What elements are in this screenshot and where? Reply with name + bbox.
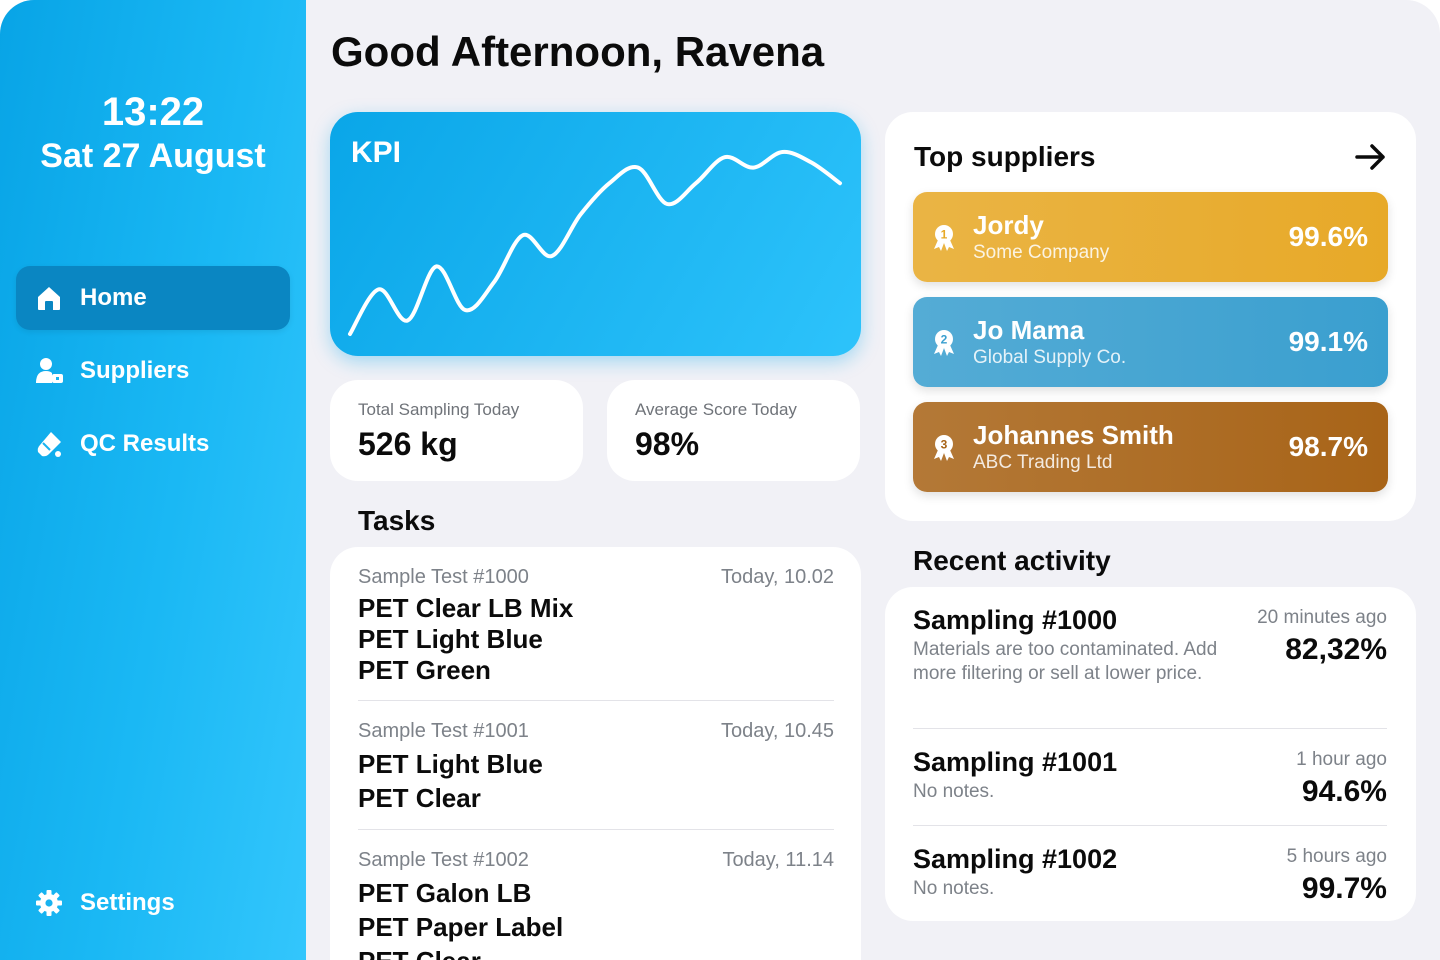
tasks-card: Sample Test #1000 Today, 10.02 PET Clear… bbox=[330, 547, 861, 960]
task-material: PET Galon LB bbox=[358, 878, 532, 908]
supplier-name: Johannes Smith bbox=[973, 420, 1174, 450]
sidebar-item-suppliers[interactable]: Suppliers bbox=[16, 339, 290, 403]
supplier-card[interactable]: 3 Johannes Smith ABC Trading Ltd 98.7% bbox=[913, 402, 1388, 492]
supplier-score: 98.7% bbox=[1288, 431, 1368, 462]
task-material: PET Clear bbox=[358, 783, 481, 813]
task-material: PET Light Blue bbox=[358, 749, 543, 779]
sidebar-item-settings[interactable]: Settings bbox=[16, 871, 290, 935]
kpi-card[interactable]: KPI bbox=[330, 112, 861, 356]
arrow-right-icon[interactable] bbox=[1354, 142, 1388, 172]
activity-item[interactable]: Sampling #1000 Materials are too contami… bbox=[913, 605, 1387, 686]
page-title: Good Afternoon, Ravena bbox=[331, 28, 825, 75]
activity-note: No notes. bbox=[913, 781, 995, 802]
supplier-name: Jo Mama bbox=[973, 315, 1085, 345]
stat-value: 98% bbox=[635, 426, 700, 462]
tasks-heading: Tasks bbox=[358, 505, 436, 536]
activity-item[interactable]: Sampling #1002 No notes. 5 hours ago 99.… bbox=[913, 844, 1387, 905]
task-material: PET Clear LB Mix bbox=[358, 593, 574, 623]
activity-time: 20 minutes ago bbox=[1257, 607, 1387, 628]
sidebar-item-label: Home bbox=[80, 284, 147, 311]
activity-item[interactable]: Sampling #1001 No notes. 1 hour ago 94.6… bbox=[913, 747, 1387, 808]
task-time: Today, 11.14 bbox=[722, 849, 834, 871]
activity-score: 94.6% bbox=[1301, 775, 1387, 808]
divider bbox=[358, 829, 834, 830]
task-item[interactable]: Sample Test #1001 Today, 10.45 PET Light… bbox=[358, 720, 834, 815]
divider bbox=[358, 700, 834, 701]
supplier-company: ABC Trading Ltd bbox=[973, 452, 1113, 473]
activity-time: 1 hour ago bbox=[1296, 749, 1387, 770]
medal-icon: 3 bbox=[929, 432, 959, 462]
activity-score: 82,32% bbox=[1285, 633, 1387, 666]
sidebar-item-label: QC Results bbox=[80, 430, 210, 457]
suppliers-icon bbox=[34, 356, 64, 386]
medal-rank: 2 bbox=[941, 333, 948, 347]
recent-activity-heading: Recent activity bbox=[913, 545, 1111, 576]
kpi-trend-chart bbox=[348, 149, 842, 336]
qc-results-icon bbox=[34, 429, 64, 459]
medal-rank: 1 bbox=[941, 228, 948, 242]
sidebar: 13:22 Sat 27 August Home Suppliers QC Re… bbox=[0, 0, 306, 960]
task-time: Today, 10.45 bbox=[720, 720, 834, 742]
stat-label: Average Score Today bbox=[635, 400, 797, 419]
supplier-score: 99.6% bbox=[1288, 221, 1368, 252]
total-sampling-card: Total Sampling Today 526 kg bbox=[330, 380, 583, 481]
activity-time: 5 hours ago bbox=[1286, 846, 1387, 867]
supplier-company: Global Supply Co. bbox=[973, 347, 1127, 368]
sidebar-item-qc-results[interactable]: QC Results bbox=[16, 412, 290, 476]
activity-score: 99.7% bbox=[1301, 872, 1387, 905]
task-material: PET Green bbox=[358, 655, 491, 685]
kpi-title: KPI bbox=[351, 136, 402, 169]
clock-time: 13:22 bbox=[101, 90, 205, 134]
divider bbox=[913, 728, 1387, 729]
supplier-company: Some Company bbox=[973, 242, 1110, 263]
top-suppliers-card: Top suppliers 1 Jordy Some Company 99.6%… bbox=[885, 112, 1416, 521]
kpi-trend-line bbox=[348, 149, 842, 336]
top-suppliers-heading: Top suppliers bbox=[914, 141, 1096, 172]
supplier-name: Jordy bbox=[973, 210, 1044, 240]
sidebar-item-label: Suppliers bbox=[80, 357, 190, 384]
task-item[interactable]: Sample Test #1000 Today, 10.02 PET Clear… bbox=[358, 566, 834, 686]
medal-icon: 2 bbox=[929, 327, 959, 357]
activity-note: Materials are too contaminated. Add more… bbox=[913, 639, 1218, 684]
app-frame: 13:22 Sat 27 August Home Suppliers QC Re… bbox=[0, 0, 1440, 960]
stat-value: 526 kg bbox=[358, 426, 458, 462]
activity-note: No notes. bbox=[913, 878, 995, 899]
medal-rank: 3 bbox=[941, 438, 948, 452]
supplier-score: 99.1% bbox=[1288, 326, 1368, 357]
home-icon bbox=[34, 283, 64, 313]
sidebar-item-home[interactable]: Home bbox=[16, 266, 290, 330]
task-material: PET Paper Label bbox=[358, 912, 564, 942]
clock-date: Sat 27 August bbox=[40, 137, 266, 175]
task-item[interactable]: Sample Test #1002 Today, 11.14 PET Galon… bbox=[358, 849, 834, 960]
supplier-card[interactable]: 1 Jordy Some Company 99.6% bbox=[913, 192, 1388, 282]
clock: 13:22 Sat 27 August bbox=[0, 90, 306, 178]
task-material: PET Clear bbox=[358, 944, 834, 960]
divider bbox=[913, 825, 1387, 826]
medal-icon: 1 bbox=[929, 222, 959, 252]
gear-icon bbox=[34, 888, 64, 918]
task-time: Today, 10.02 bbox=[720, 566, 834, 588]
task-material: PET Light Blue bbox=[358, 624, 543, 654]
stat-label: Total Sampling Today bbox=[358, 400, 520, 419]
sidebar-item-label: Settings bbox=[80, 889, 175, 916]
recent-activity-card: Sampling #1000 Materials are too contami… bbox=[885, 587, 1416, 921]
supplier-card[interactable]: 2 Jo Mama Global Supply Co. 99.1% bbox=[913, 297, 1388, 387]
average-score-card: Average Score Today 98% bbox=[607, 380, 860, 481]
